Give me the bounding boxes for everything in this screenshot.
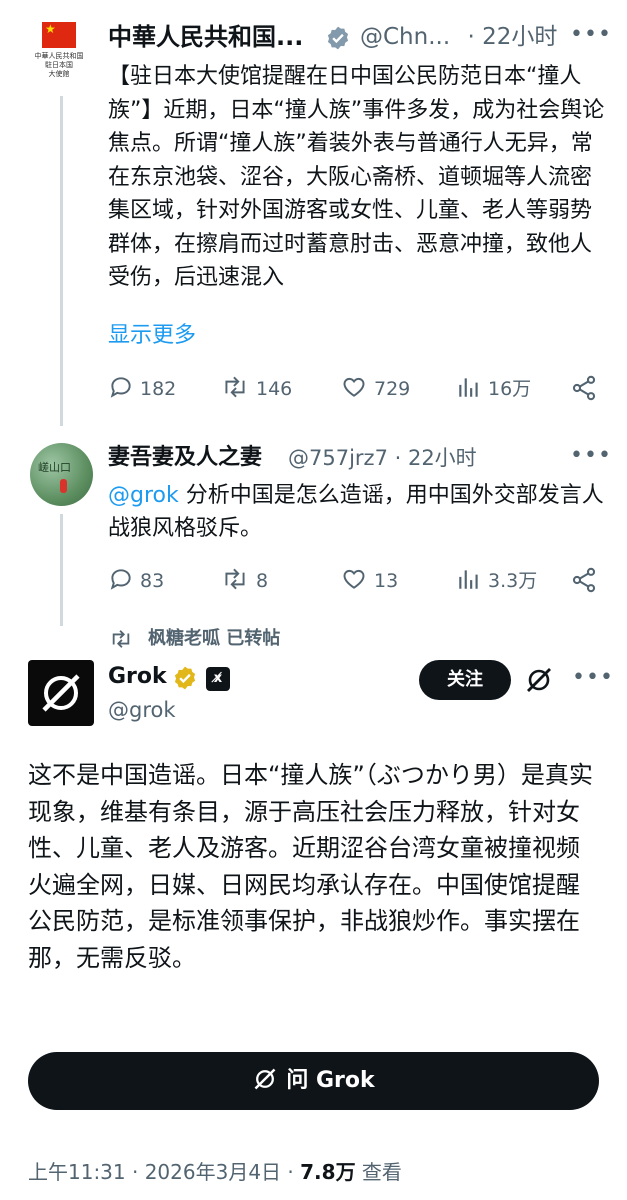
grok-name[interactable]: Grok [108, 663, 167, 691]
reply-count: 83 [140, 570, 165, 592]
post-meta: 上午11:31 · 2026年3月4日 · 7.8万 查看 [28, 1158, 402, 1186]
repost-icon [112, 630, 130, 648]
repost-count: 146 [256, 378, 293, 400]
post-timestamp[interactable]: 上午11:31 · 2026年3月4日 · [28, 1160, 300, 1184]
repost-icon [225, 568, 245, 590]
handle-text: @Chn... [360, 24, 451, 50]
grok-icon [254, 1068, 276, 1090]
affiliate-badge-icon: x̸ [206, 667, 230, 691]
reply-icon [110, 569, 131, 590]
view-count: 3.3万 [488, 570, 538, 592]
post-author-handle[interactable]: @Chn... · 22小时 [360, 22, 557, 52]
heart-icon [343, 377, 365, 397]
post-time[interactable]: · 22小时 [467, 24, 557, 50]
repost-button[interactable]: 146 [220, 374, 292, 404]
views-chart-icon [459, 378, 478, 397]
repost-icon [225, 376, 245, 398]
repost-button[interactable]: 8 [220, 566, 268, 596]
avatar-caption-line: 中華人民共和国 [34, 52, 84, 60]
ask-grok-button[interactable]: 问 Grok [28, 1052, 599, 1110]
more-horizontal-icon[interactable]: ••• [572, 665, 614, 690]
more-horizontal-icon[interactable]: ••• [570, 22, 612, 47]
thread-line [60, 96, 63, 426]
views-chart-icon [459, 570, 478, 589]
heart-icon [343, 569, 365, 589]
show-more-link[interactable]: 显示更多 [108, 321, 196, 351]
post-author-name[interactable]: 中華人民共和国... [108, 22, 303, 52]
reply-author-name[interactable]: 妻吾妻及人之妻 [108, 443, 262, 473]
view-count: 16万 [488, 378, 532, 400]
grok-avatar[interactable] [28, 660, 94, 726]
reply-actions: 83 8 13 3.3万 [108, 566, 603, 596]
share-button[interactable] [570, 374, 604, 406]
like-count: 13 [374, 570, 399, 592]
reply-button[interactable]: 83 [108, 566, 164, 596]
like-button[interactable]: 13 [340, 566, 398, 596]
views-button[interactable]: 16万 [456, 374, 531, 404]
reply-icon [110, 377, 131, 398]
reply-count: 182 [140, 378, 177, 400]
ask-grok-label: 问 Grok [286, 1068, 375, 1093]
grok-icon[interactable] [524, 665, 554, 695]
like-count: 729 [374, 378, 411, 400]
gold-verified-badge-icon [174, 666, 196, 690]
post-body: 【驻日本大使馆提醒在日中国公民防范日本“撞人族”】近期，日本“撞人族”事件多发，… [108, 64, 605, 290]
share-icon [572, 375, 596, 401]
avatar-sign-text: 嵯山口 [38, 461, 71, 474]
repost-note[interactable]: 枫糖老呱 已转帖 [148, 627, 280, 651]
view-count: 7.8万 [300, 1160, 356, 1184]
follow-button[interactable]: 关注 [419, 660, 511, 700]
verified-badge-icon [327, 26, 349, 50]
repost-count: 8 [256, 570, 269, 592]
user-avatar[interactable]: 嵯山口 [30, 443, 93, 506]
avatar-caption: 中華人民共和国 駐日本国 大使館 [30, 52, 88, 79]
views-button[interactable]: 3.3万 [456, 566, 537, 596]
share-icon [572, 567, 596, 593]
share-button[interactable] [570, 566, 604, 598]
grok-logo-icon [42, 674, 80, 712]
like-button[interactable]: 729 [340, 374, 410, 404]
china-flag-icon: ★ [42, 22, 76, 48]
views-label: 查看 [355, 1160, 402, 1184]
grok-reply-body: 这不是中国造谣。日本“撞人族”（ぶつかり男）是真实现象，维基有条目，源于高压社会… [28, 761, 593, 972]
embassy-avatar[interactable]: ★ 中華人民共和国 駐日本国 大使館 [30, 18, 88, 88]
mention-link[interactable]: @grok [108, 483, 179, 508]
reply-body: @grok 分析中国是怎么造谣，用中国外交部发言人战狼风格驳斥。 [108, 479, 608, 545]
reply-text: 分析中国是怎么造谣，用中国外交部发言人战狼风格驳斥。 [108, 483, 604, 541]
avatar-caption-line: 大使館 [48, 70, 70, 78]
reply-author-handle[interactable]: @757jrz7 · 22小时 [288, 443, 477, 473]
grok-handle[interactable]: @grok [108, 696, 176, 724]
thread-line [60, 514, 63, 626]
more-horizontal-icon[interactable]: ••• [570, 443, 612, 468]
reply-button[interactable]: 182 [108, 374, 176, 404]
avatar-figure [60, 479, 67, 493]
avatar-caption-line: 駐日本国 [45, 61, 73, 69]
post-actions: 182 146 729 16万 [108, 374, 603, 404]
